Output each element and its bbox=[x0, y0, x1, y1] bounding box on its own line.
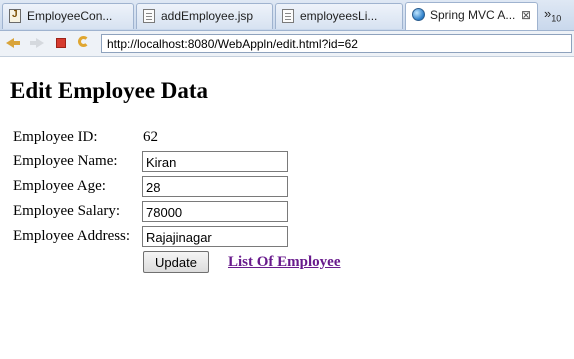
java-file-icon bbox=[9, 9, 21, 23]
jsp-file-icon bbox=[143, 9, 155, 23]
employee-name-field[interactable] bbox=[142, 151, 288, 172]
employee-address-field[interactable] bbox=[142, 226, 288, 247]
tab-label: employeesLi... bbox=[300, 9, 378, 23]
forward-arrow-icon[interactable] bbox=[30, 36, 44, 50]
employee-id-value: 62 bbox=[143, 129, 158, 145]
list-of-employee-link[interactable]: List Of Employee bbox=[228, 254, 341, 271]
tab-overflow-button[interactable]: »10 bbox=[544, 6, 561, 24]
employee-address-label: Employee Address: bbox=[13, 228, 131, 244]
tab-spring-mvc-browser[interactable]: Spring MVC A... ⊠ bbox=[405, 2, 538, 30]
stop-icon[interactable] bbox=[56, 38, 66, 48]
editor-tab-bar: EmployeeCon... addEmployee.jsp employees… bbox=[0, 0, 574, 31]
tab-add-employee-jsp[interactable]: addEmployee.jsp bbox=[136, 3, 273, 29]
tab-label: addEmployee.jsp bbox=[161, 9, 254, 23]
hidden-tab-count: 10 bbox=[551, 13, 562, 24]
employee-salary-field[interactable] bbox=[142, 201, 288, 222]
globe-icon bbox=[412, 8, 425, 21]
tab-employee-controller[interactable]: EmployeeCon... bbox=[2, 3, 134, 29]
jsp-file-icon bbox=[282, 9, 294, 23]
employee-age-label: Employee Age: bbox=[13, 178, 106, 194]
employee-salary-label: Employee Salary: bbox=[13, 203, 121, 219]
update-button[interactable]: Update bbox=[143, 251, 209, 273]
employee-id-label: Employee ID: bbox=[13, 129, 98, 145]
employee-name-label: Employee Name: bbox=[13, 153, 118, 169]
address-bar[interactable]: http://localhost:8080/WebAppln/edit.html… bbox=[101, 34, 572, 53]
tab-employees-list[interactable]: employeesLi... bbox=[275, 3, 403, 29]
tab-label: Spring MVC A... bbox=[430, 8, 516, 22]
page-title: Edit Employee Data bbox=[10, 78, 209, 103]
close-tab-icon[interactable]: ⊠ bbox=[521, 8, 531, 22]
browser-toolbar: http://localhost:8080/WebAppln/edit.html… bbox=[0, 31, 574, 57]
tab-label: EmployeeCon... bbox=[27, 9, 113, 23]
refresh-icon[interactable] bbox=[78, 36, 89, 47]
back-arrow-icon[interactable] bbox=[6, 36, 20, 50]
employee-age-field[interactable] bbox=[142, 176, 288, 197]
